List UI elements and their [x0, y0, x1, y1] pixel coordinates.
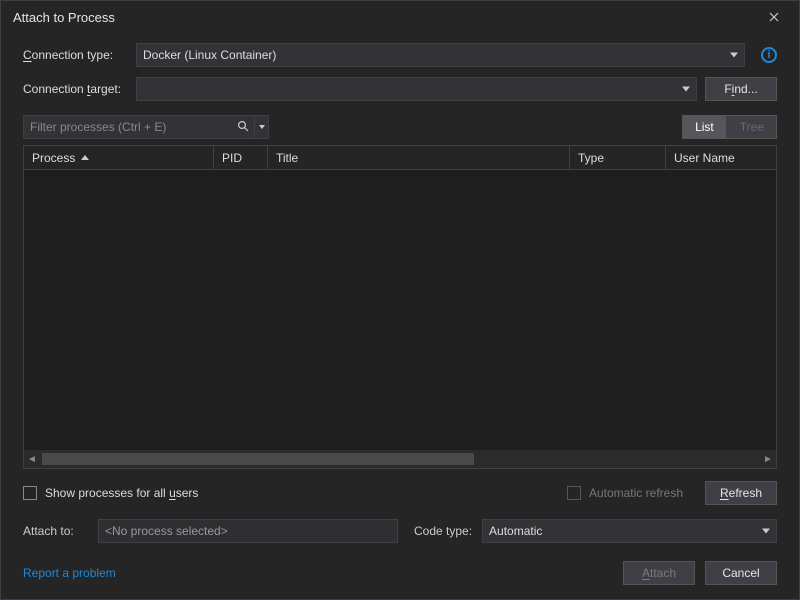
- filter-box[interactable]: [23, 115, 269, 139]
- column-header-pid[interactable]: PID: [214, 146, 268, 169]
- view-list-button[interactable]: List: [683, 116, 726, 138]
- chevron-down-icon: [259, 125, 265, 129]
- find-button[interactable]: Find...: [705, 77, 777, 101]
- attach-row: Attach to: <No process selected> Code ty…: [23, 519, 777, 543]
- report-problem-link[interactable]: Report a problem: [23, 566, 116, 580]
- column-header-title[interactable]: Title: [268, 146, 570, 169]
- code-type-label: Code type:: [414, 524, 472, 538]
- sort-asc-icon: [81, 155, 89, 160]
- grid-body-empty: [24, 170, 776, 450]
- window-title: Attach to Process: [13, 10, 757, 25]
- connection-type-value: Docker (Linux Container): [143, 48, 276, 62]
- scroll-track[interactable]: [40, 453, 760, 465]
- connection-type-label: Connection type:: [23, 48, 128, 62]
- close-icon: [769, 12, 779, 22]
- dialog-body: Connection type: Docker (Linux Container…: [1, 33, 799, 599]
- cancel-button[interactable]: Cancel: [705, 561, 777, 585]
- column-header-process[interactable]: Process: [24, 146, 214, 169]
- view-toggle: List Tree: [682, 115, 777, 139]
- code-type-select[interactable]: Automatic: [482, 519, 777, 543]
- column-header-type[interactable]: Type: [570, 146, 666, 169]
- filter-row: List Tree: [23, 115, 777, 139]
- connection-target-row: Connection target: Find...: [23, 77, 777, 101]
- show-all-users-label[interactable]: Show processes for all users: [45, 486, 198, 500]
- code-type-value: Automatic: [489, 524, 542, 538]
- connection-type-row: Connection type: Docker (Linux Container…: [23, 43, 777, 67]
- filter-dropdown-button[interactable]: [254, 116, 268, 138]
- show-all-users-checkbox[interactable]: [23, 486, 37, 500]
- chevron-down-icon: [730, 53, 738, 58]
- connection-target-select[interactable]: [136, 77, 697, 101]
- attach-to-label: Attach to:: [23, 524, 88, 538]
- options-row: Show processes for all users Automatic r…: [23, 481, 777, 505]
- scroll-right-icon[interactable]: ►: [760, 454, 776, 465]
- refresh-button[interactable]: Refresh: [705, 481, 777, 505]
- grid-header: Process PID Title Type User Name: [24, 146, 776, 170]
- attach-to-process-dialog: Attach to Process Connection type: Docke…: [0, 0, 800, 600]
- auto-refresh-label: Automatic refresh: [589, 486, 683, 500]
- search-icon[interactable]: [232, 120, 254, 135]
- titlebar: Attach to Process: [1, 1, 799, 33]
- scroll-thumb[interactable]: [42, 453, 474, 465]
- process-grid: Process PID Title Type User Name ◄ ►: [23, 145, 777, 469]
- close-button[interactable]: [757, 4, 791, 30]
- attach-button: Attach: [623, 561, 695, 585]
- scroll-left-icon[interactable]: ◄: [24, 454, 40, 465]
- column-header-user[interactable]: User Name: [666, 146, 776, 169]
- chevron-down-icon: [682, 87, 690, 92]
- connection-target-label: Connection target:: [23, 82, 128, 96]
- connection-type-select[interactable]: Docker (Linux Container): [136, 43, 745, 67]
- info-icon[interactable]: i: [761, 47, 777, 63]
- filter-input[interactable]: [24, 120, 232, 134]
- horizontal-scrollbar[interactable]: ◄ ►: [24, 450, 776, 468]
- attach-to-field: <No process selected>: [98, 519, 398, 543]
- view-tree-button[interactable]: Tree: [728, 116, 776, 138]
- auto-refresh-checkbox: [567, 486, 581, 500]
- chevron-down-icon: [762, 529, 770, 534]
- footer: Report a problem Attach Cancel: [23, 561, 777, 585]
